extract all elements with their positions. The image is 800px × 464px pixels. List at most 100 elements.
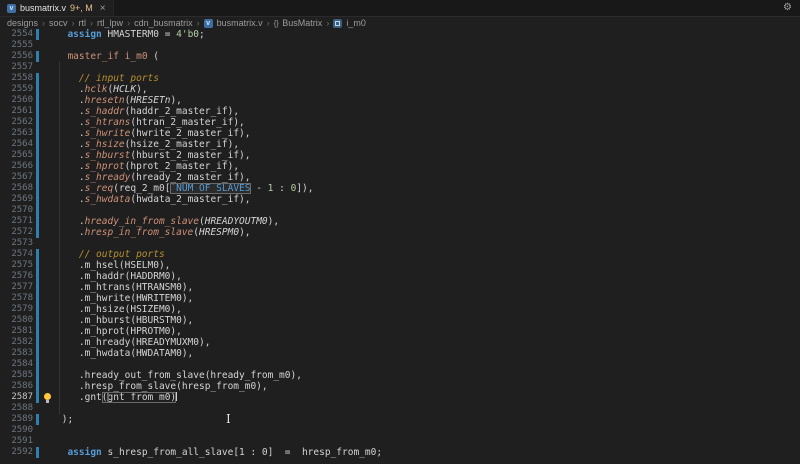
code-text[interactable]: .m_hsize(HSIZEM0), [56,304,182,315]
code-line[interactable]: 2584 [0,359,800,370]
tab-busmatrix[interactable]: v busmatrix.v 9+, M × [0,0,114,16]
code-line[interactable]: 2565 .s_hburst(hburst_2_master_if), [0,150,800,161]
code-line[interactable]: 2559 .hclk(HCLK), [0,84,800,95]
line-number: 2589 [0,414,33,425]
code-line[interactable]: 2589 ); [0,414,800,425]
code-line[interactable]: 2582 .m_hready(HREADYMUXM0), [0,337,800,348]
code-text[interactable]: .s_hprot(hprot_2_master_if), [56,161,239,172]
code-line[interactable]: 2580 .m_hburst(HBURSTM0), [0,315,800,326]
code-text[interactable]: // input ports [56,73,159,84]
breadcrumb-item-socv[interactable]: socv [49,18,68,28]
code-text[interactable]: assign s_hresp_from_all_slave[1 : 0] = h… [56,447,382,458]
code-text[interactable]: .m_hprot(HPROTM0), [56,326,182,337]
gutter [33,403,40,414]
code-line[interactable]: 2587 .gnt(gnt_from_m0) [0,392,800,403]
code-line[interactable]: 2569 .s_hwdata(hwdata_2_master_if), [0,194,800,205]
code-text[interactable]: .hresetn(HRESETn), [56,95,182,106]
code-text[interactable]: .m_hwrite(HWRITEM0), [56,293,193,304]
code-line[interactable]: 2579 .m_hsize(HSIZEM0), [0,304,800,315]
code-text[interactable]: .m_hwdata(HWDATAM0), [56,348,193,359]
glyph-margin [40,370,56,381]
code-text[interactable]: .m_hready(HREADYMUXM0), [56,337,210,348]
code-text[interactable]: .gnt(gnt_from_m0) [56,392,177,403]
code-text[interactable]: .s_hwrite(hwrite_2_master_if), [56,128,250,139]
code-line[interactable]: 2592 assign s_hresp_from_all_slave[1 : 0… [0,447,800,458]
code-editor[interactable]: 2554 assign HMASTERM0 = 4'b0;25552556 ma… [0,29,800,464]
code-line[interactable]: 2557 [0,62,800,73]
code-line[interactable]: 2572 .hresp_in_from_slave(HRESPM0), [0,227,800,238]
breadcrumb-item-i-m0[interactable]: i_m0 [346,18,366,28]
code-text[interactable]: // output ports [56,249,165,260]
breadcrumb-item-cdn-busmatrix[interactable]: cdn_busmatrix [134,18,193,28]
code-text[interactable]: .s_haddr(haddr_2_master_if), [56,106,239,117]
code-line[interactable]: 2554 assign HMASTERM0 = 4'b0; [0,29,800,40]
line-number: 2584 [0,359,33,370]
code-text[interactable]: .s_htrans(htran_2_master_if), [56,117,245,128]
code-token: (req_2_m0[ [113,183,170,194]
breadcrumb-item-designs[interactable]: designs [7,18,38,28]
code-text[interactable]: .m_hsel(HSELM0), [56,260,170,271]
code-line[interactable]: 2583 .m_hwdata(HWDATAM0), [0,348,800,359]
code-line[interactable]: 2588 [0,403,800,414]
code-text[interactable]: .m_hburst(HBURSTM0), [56,315,193,326]
code-text[interactable]: master_if i_m0 ( [56,51,159,62]
glyph-margin [40,172,56,183]
code-line[interactable]: 2573 [0,238,800,249]
gutter [33,392,40,403]
code-text[interactable]: .s_hsize(hsize_2_master_if), [56,139,239,150]
code-line[interactable]: 2574 // output ports [0,249,800,260]
code-line[interactable]: 2562 .s_htrans(htran_2_master_if), [0,117,800,128]
git-modified-indicator [36,150,39,161]
gutter [33,249,40,260]
code-line[interactable]: 2564 .s_hsize(hsize_2_master_if), [0,139,800,150]
lightbulb-icon[interactable] [44,393,51,400]
code-text[interactable]: .s_hburst(hburst_2_master_if), [56,150,250,161]
code-line[interactable]: 2576 .m_haddr(HADDRM0), [0,271,800,282]
code-line[interactable]: 2590 [0,425,800,436]
code-token: (hsize_2_master_if), [125,139,239,150]
breadcrumb-item-rtl[interactable]: rtl [79,18,87,28]
code-line[interactable]: 2578 .m_hwrite(HWRITEM0), [0,293,800,304]
code-text[interactable]: .s_hwdata(hwdata_2_master_if), [56,194,250,205]
code-text[interactable]: .hresp_from_slave(hresp_from_m0), [56,381,268,392]
code-line[interactable]: 2560 .hresetn(HRESETn), [0,95,800,106]
code-line[interactable]: 2558 // input ports [0,73,800,84]
code-token: s_hprot [85,161,125,172]
code-token: HREADYOUTM0 [205,216,268,227]
breadcrumb-item-file[interactable]: busmatrix.v [217,18,263,28]
code-text[interactable]: .m_htrans(HTRANSM0), [56,282,193,293]
close-icon[interactable]: × [100,3,106,14]
code-line[interactable]: 2556 master_if i_m0 ( [0,51,800,62]
code-line[interactable]: 2571 .hready_in_from_slave(HREADYOUTM0), [0,216,800,227]
code-line[interactable]: 2591 [0,436,800,447]
code-text[interactable]: .hclk(HCLK), [56,84,148,95]
code-line[interactable]: 2570 [0,205,800,216]
breadcrumb-item-busmatrix-module[interactable]: BusMatrix [282,18,322,28]
glyph-margin [40,51,56,62]
code-line[interactable]: 2555 [0,40,800,51]
line-number: 2591 [0,436,33,447]
indent-guide [59,62,60,414]
code-text[interactable]: ); [56,414,73,425]
code-line[interactable]: 2585 .hready_out_from_slave(hready_from_… [0,370,800,381]
code-line[interactable]: 2575 .m_hsel(HSELM0), [0,260,800,271]
code-text[interactable]: assign HMASTERM0 = 4'b0; [56,29,205,40]
breadcrumb-item-rtl-lpw[interactable]: rtl_lpw [97,18,123,28]
code-token: (hwdata_2_master_if), [130,194,250,205]
code-line[interactable]: 2581 .m_hprot(HPROTM0), [0,326,800,337]
code-line[interactable]: 2586 .hresp_from_slave(hresp_from_m0), [0,381,800,392]
code-text[interactable]: .hready_out_from_slave(hready_from_m0), [56,370,302,381]
code-line[interactable]: 2568 .s_req(req_2_m0[`NUM_OF_SLAVES - 1 … [0,183,800,194]
glyph-margin [40,117,56,128]
code-line[interactable]: 2567 .s_hready(hready_2_master_if), [0,172,800,183]
code-text[interactable]: .s_req(req_2_m0[`NUM_OF_SLAVES - 1 : 0])… [56,183,313,194]
code-line[interactable]: 2566 .s_hprot(hprot_2_master_if), [0,161,800,172]
code-text[interactable]: .m_haddr(HADDRM0), [56,271,182,282]
code-line[interactable]: 2577 .m_htrans(HTRANSM0), [0,282,800,293]
code-text[interactable]: .hresp_in_from_slave(HRESPM0), [56,227,251,238]
code-text[interactable]: .s_hready(hready_2_master_if), [56,172,250,183]
code-line[interactable]: 2561 .s_haddr(haddr_2_master_if), [0,106,800,117]
code-text[interactable]: .hready_in_from_slave(HREADYOUTM0), [56,216,279,227]
gear-icon[interactable]: ⚙ [783,2,792,14]
code-line[interactable]: 2563 .s_hwrite(hwrite_2_master_if), [0,128,800,139]
